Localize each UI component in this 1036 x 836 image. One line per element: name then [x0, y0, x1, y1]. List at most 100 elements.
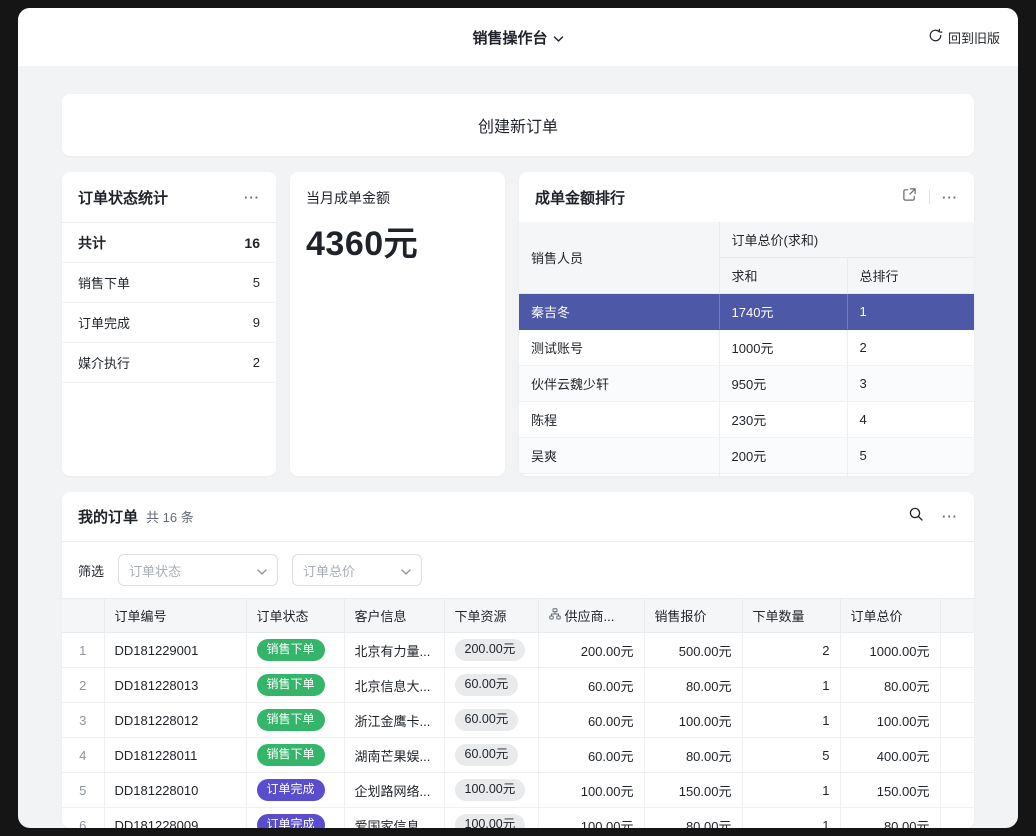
my-orders-card: 我的订单 共 16 条 ··· 筛选 订单状态: [62, 492, 974, 828]
customer-info: 企划路网络...: [344, 773, 444, 808]
orders-table: 订单编号 订单状态 客户信息 下单资源 供应商...: [62, 598, 974, 828]
stats-row: 订单状态统计 ··· 共计 16 销售下单 5 订单完成: [62, 172, 974, 476]
order-qty: 2: [742, 633, 840, 668]
more-menu-icon[interactable]: ···: [244, 191, 260, 204]
order-total: 80.00元: [840, 808, 940, 829]
ranking-row[interactable]: 测试账号 1000元 2: [519, 330, 974, 366]
row-index: 6: [62, 808, 104, 829]
ranking-card-title: 成单金额排行: [535, 187, 625, 208]
status-row-media[interactable]: 媒介执行 2: [62, 343, 276, 383]
person-name: 陈程: [519, 402, 719, 438]
column-header-customer[interactable]: 客户信息: [344, 599, 444, 633]
lookup-link-icon: [549, 608, 561, 623]
status-value: 2: [253, 355, 260, 370]
more-menu-icon[interactable]: ···: [942, 510, 958, 523]
sales-quote: 150.00元: [644, 773, 742, 808]
column-header-index[interactable]: [62, 599, 104, 633]
person-rank: 5: [847, 438, 974, 474]
ranking-row[interactable]: 伙伴云魏少轩 950元 3: [519, 366, 974, 402]
ranking-row[interactable]: 方源 160元 6: [519, 474, 974, 477]
order-qty: 1: [742, 703, 840, 738]
status-list: 共计 16 销售下单 5 订单完成 9 媒介执行 2: [62, 222, 276, 383]
dashboard-content: 创建新订单 订单状态统计 ··· 共计 16 销售下单: [18, 66, 1018, 828]
supplier-price: 60.00元: [538, 738, 644, 773]
person-name: 伙伴云魏少轩: [519, 366, 719, 402]
ranking-row[interactable]: 秦吉冬 1740元 1: [519, 294, 974, 330]
supplier-price: 200.00元: [538, 633, 644, 668]
order-row[interactable]: 2 DD181228013 销售下单 北京信息大... 60.00元 60.00…: [62, 668, 974, 703]
order-row[interactable]: 6 DD181228009 订单完成 爱国家信息... 100.00元 100.…: [62, 808, 974, 829]
column-header-order-no[interactable]: 订单编号: [104, 599, 246, 633]
sales-quote: 100.00元: [644, 703, 742, 738]
status-row-sales[interactable]: 销售下单 5: [62, 263, 276, 303]
row-index: 5: [62, 773, 104, 808]
order-no: DD181228009: [104, 808, 246, 829]
filler-cell: [940, 773, 974, 808]
order-row[interactable]: 1 DD181229001 销售下单 北京有力量... 200.00元 200.…: [62, 633, 974, 668]
page-title: 销售操作台: [472, 27, 547, 48]
order-row[interactable]: 4 DD181228011 销售下单 湖南芒果娱... 60.00元 60.00…: [62, 738, 974, 773]
customer-info: 湖南芒果娱...: [344, 738, 444, 773]
ranking-table: 销售人员 订单总价(求和) 求和 总排行 秦吉冬 1740元 1: [519, 222, 974, 476]
column-header-group[interactable]: 订单总价(求和): [719, 222, 974, 258]
more-menu-icon[interactable]: ···: [942, 191, 958, 204]
person-amount: 1000元: [719, 330, 847, 366]
column-header-supplier-label: 供应商...: [565, 606, 615, 625]
row-index: 4: [62, 738, 104, 773]
filter-label: 筛选: [78, 561, 104, 580]
person-rank: 4: [847, 402, 974, 438]
column-header-person[interactable]: 销售人员: [519, 222, 719, 294]
filler-cell: [940, 738, 974, 773]
status-badge: 销售下单: [257, 639, 325, 660]
column-header-total[interactable]: 订单总价: [840, 599, 940, 633]
column-header-sum[interactable]: 求和: [719, 258, 847, 294]
column-header-quote[interactable]: 销售报价: [644, 599, 742, 633]
order-qty: 1: [742, 773, 840, 808]
open-in-new-icon[interactable]: [902, 187, 917, 207]
row-index: 3: [62, 703, 104, 738]
sales-quote: 80.00元: [644, 808, 742, 829]
column-header-supplier[interactable]: 供应商...: [538, 599, 644, 633]
column-header-resource[interactable]: 下单资源: [444, 599, 538, 633]
status-value: 9: [253, 315, 260, 330]
ranking-row[interactable]: 吴爽 200元 5: [519, 438, 974, 474]
supplier-price: 100.00元: [538, 773, 644, 808]
create-order-button[interactable]: 创建新订单: [62, 94, 974, 156]
status-badge: 销售下单: [257, 674, 325, 695]
search-icon[interactable]: [908, 506, 924, 527]
chevron-down-icon: [401, 563, 411, 578]
order-total: 80.00元: [840, 668, 940, 703]
top-bar: 销售操作台 回到旧版: [18, 8, 1018, 66]
status-card-header: 订单状态统计 ···: [62, 172, 276, 222]
order-qty: 1: [742, 808, 840, 829]
person-amount: 230元: [719, 402, 847, 438]
column-header-qty[interactable]: 下单数量: [742, 599, 840, 633]
order-total-filter-select[interactable]: 订单总价: [292, 554, 422, 586]
status-label: 订单完成: [78, 313, 130, 332]
order-no: DD181228011: [104, 738, 246, 773]
orders-card-title: 我的订单: [78, 506, 138, 527]
column-header-rank[interactable]: 总排行: [847, 258, 974, 294]
filler-cell: [940, 668, 974, 703]
filler-cell: [940, 808, 974, 829]
order-row[interactable]: 5 DD181228010 订单完成 企划路网络... 100.00元 100.…: [62, 773, 974, 808]
orders-card-header: 我的订单 共 16 条 ···: [62, 492, 974, 542]
divider: [929, 190, 930, 204]
order-total: 100.00元: [840, 703, 940, 738]
column-header-status[interactable]: 订单状态: [246, 599, 344, 633]
person-amount: 200元: [719, 438, 847, 474]
workspace-switcher[interactable]: 销售操作台: [472, 27, 563, 48]
order-status-filter-placeholder: 订单状态: [129, 561, 181, 580]
order-status-filter-select[interactable]: 订单状态: [118, 554, 278, 586]
order-row[interactable]: 3 DD181228012 销售下单 浙江金鹰卡... 60.00元 60.00…: [62, 703, 974, 738]
sales-quote: 500.00元: [644, 633, 742, 668]
status-badge: 销售下单: [257, 744, 325, 765]
sales-quote: 80.00元: [644, 668, 742, 703]
person-name: 方源: [519, 474, 719, 477]
customer-info: 北京信息大...: [344, 668, 444, 703]
status-label: 共计: [78, 233, 106, 253]
status-row-complete[interactable]: 订单完成 9: [62, 303, 276, 343]
ranking-row[interactable]: 陈程 230元 4: [519, 402, 974, 438]
status-row-total[interactable]: 共计 16: [62, 223, 276, 263]
back-to-old-version-link[interactable]: 回到旧版: [928, 28, 1000, 47]
